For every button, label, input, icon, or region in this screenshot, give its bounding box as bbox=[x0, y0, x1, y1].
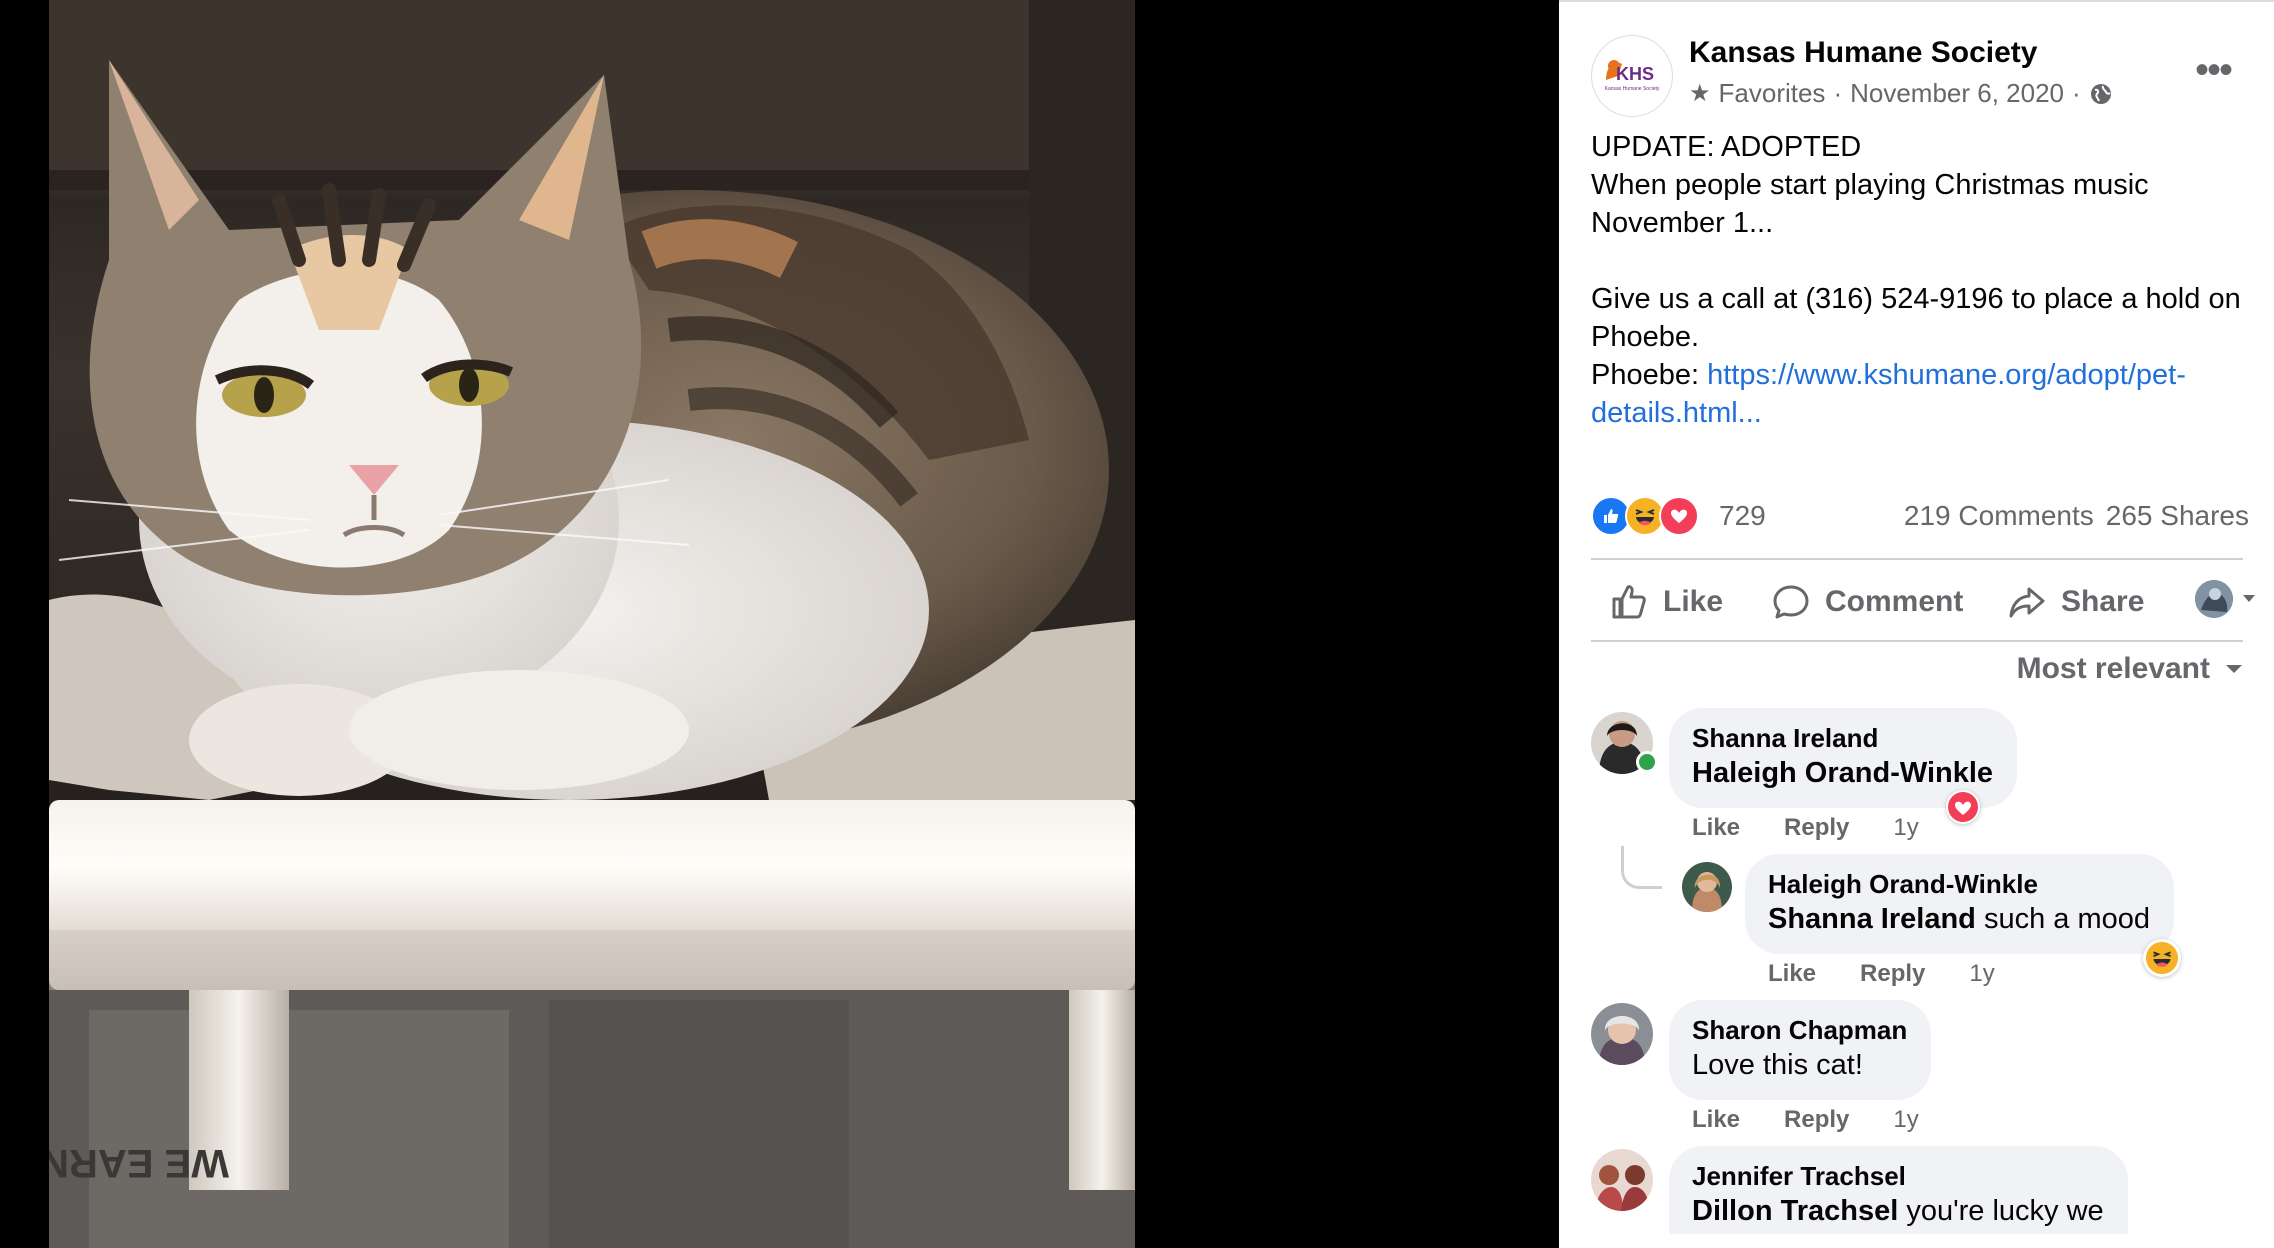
reaction-profile-selector[interactable] bbox=[2195, 580, 2257, 618]
comment-author[interactable]: Shanna Ireland bbox=[1692, 722, 1993, 754]
more-options-button[interactable]: ••• bbox=[2195, 50, 2233, 90]
divider bbox=[1591, 640, 2243, 642]
reaction-count[interactable]: 729 bbox=[1719, 500, 1766, 532]
khs-logo-icon: KHS Kansas Humane Society bbox=[1593, 37, 1671, 115]
comment-timestamp[interactable]: 1y bbox=[1893, 1106, 1918, 1134]
comment-timestamp[interactable]: 1y bbox=[1969, 960, 1994, 988]
divider bbox=[1559, 0, 2274, 2]
comments-count[interactable]: 219 Comments bbox=[1904, 500, 2094, 531]
commenter-avatar[interactable] bbox=[1591, 1149, 1653, 1211]
globe-icon bbox=[2090, 83, 2111, 104]
caret-down-icon bbox=[2226, 665, 2242, 673]
comment-author[interactable]: Haleigh Orand-Winkle bbox=[1768, 868, 2150, 900]
audience-label[interactable]: Favorites bbox=[1719, 78, 1826, 109]
comment-bubble: Haleigh Orand-Winkle Shanna Ireland such… bbox=[1745, 854, 2174, 954]
comment-button[interactable]: Comment bbox=[1771, 578, 1963, 626]
comment-bubble: Sharon Chapman Love this cat! bbox=[1669, 1000, 1932, 1100]
comment-timestamp[interactable]: 1y bbox=[1893, 814, 1918, 842]
post-line: Phoebe: https://www.kshumane.org/adopt/p… bbox=[1591, 356, 2251, 432]
love-reaction-icon[interactable] bbox=[1946, 790, 1980, 824]
comment-body: such a mood bbox=[1975, 903, 2150, 935]
caret-down-icon bbox=[2243, 595, 2255, 602]
profile-avatar bbox=[2195, 580, 2233, 618]
like-label: Like bbox=[1663, 585, 1724, 618]
logo-text: KHS bbox=[1616, 64, 1654, 84]
post-line: UPDATE: ADOPTED bbox=[1591, 131, 1862, 163]
comment-author[interactable]: Jennifer Trachsel bbox=[1692, 1160, 2104, 1192]
share-icon bbox=[2009, 587, 2045, 618]
like-icon bbox=[1612, 585, 1646, 619]
post-photo[interactable]: WE EARNED OUR bbox=[49, 0, 1135, 1248]
newspaper-text: WE EARNED OUR bbox=[49, 1141, 229, 1185]
love-reaction-icon bbox=[1659, 496, 1699, 536]
comment-sort-dropdown[interactable]: Most relevant bbox=[2017, 652, 2244, 686]
post-line: Give us a call at (316) 524-9196 to plac… bbox=[1591, 283, 2241, 353]
reaction-icons[interactable] bbox=[1591, 496, 1699, 536]
logo-subtext: Kansas Humane Society bbox=[1605, 86, 1660, 92]
comment-actions: Like Reply 1y bbox=[1768, 960, 1995, 988]
comment-bubble: Jennifer Trachsel Dillon Trachsel you're… bbox=[1669, 1146, 2128, 1248]
comment-author[interactable]: Sharon Chapman bbox=[1692, 1014, 1907, 1046]
share-button[interactable]: Share bbox=[2007, 578, 2144, 626]
comment-like-link[interactable]: Like bbox=[1692, 814, 1740, 842]
comment-body: you're lucky we bbox=[1898, 1195, 2104, 1227]
comment-text: Dillon Trachsel you're lucky we bbox=[1692, 1192, 2104, 1230]
shares-count[interactable]: 265 Shares bbox=[2106, 500, 2249, 531]
meta-separator-2: · bbox=[2072, 78, 2081, 108]
comment-like-link[interactable]: Like bbox=[1768, 960, 1816, 988]
tagged-user[interactable]: Shanna Ireland bbox=[1768, 903, 1976, 935]
like-button[interactable]: Like bbox=[1609, 578, 1723, 626]
online-status-indicator bbox=[1636, 751, 1658, 773]
commenter-avatar[interactable] bbox=[1591, 1003, 1653, 1065]
comment-text: Haleigh Orand-Winkle bbox=[1692, 754, 1993, 792]
comment-reply-link[interactable]: Reply bbox=[1784, 1106, 1849, 1134]
post-meta: ★ Favorites · November 6, 2020 · bbox=[1689, 78, 2113, 109]
comment-actions: Like Reply 1y bbox=[1692, 814, 1919, 842]
post-date[interactable]: November 6, 2020 bbox=[1850, 78, 2064, 109]
post-panel: KHS Kansas Humane Society Kansas Humane … bbox=[1559, 0, 2274, 1248]
page-avatar[interactable]: KHS Kansas Humane Society bbox=[1591, 35, 1673, 117]
tagged-user[interactable]: Dillon Trachsel bbox=[1692, 1195, 1898, 1227]
star-icon: ★ bbox=[1689, 80, 1711, 107]
comment-reply-link[interactable]: Reply bbox=[1860, 960, 1925, 988]
tagged-user[interactable]: Haleigh Orand-Winkle bbox=[1692, 757, 1993, 789]
share-label: Share bbox=[2061, 585, 2145, 618]
page-name[interactable]: Kansas Humane Society bbox=[1689, 36, 2037, 70]
cat-photo-illustration: WE EARNED OUR bbox=[49, 0, 1135, 1248]
comment-label: Comment bbox=[1825, 585, 1964, 618]
comment-text: Love this cat! bbox=[1692, 1046, 1907, 1084]
divider bbox=[1591, 558, 2243, 560]
sort-label: Most relevant bbox=[2016, 652, 2210, 685]
reply-thread-line bbox=[1621, 846, 1662, 889]
comment-reply-link[interactable]: Reply bbox=[1784, 814, 1849, 842]
post-link-prefix: Phoebe: bbox=[1591, 359, 1708, 391]
post-line: When people start playing Christmas musi… bbox=[1591, 169, 2149, 239]
post-text: UPDATE: ADOPTED When people start playin… bbox=[1591, 128, 2251, 432]
commenter-avatar[interactable] bbox=[1682, 862, 1732, 912]
comment-body: Love this cat! bbox=[1692, 1049, 1863, 1081]
meta-separator: · bbox=[1833, 78, 1843, 108]
comment-text: Shanna Ireland such a mood bbox=[1768, 900, 2150, 938]
comment-icon bbox=[1773, 585, 1809, 619]
panel-bottom-edge bbox=[1559, 1234, 2274, 1248]
comment-actions: Like Reply 1y bbox=[1692, 1106, 1919, 1134]
comment-like-link[interactable]: Like bbox=[1692, 1106, 1740, 1134]
haha-reaction-icon[interactable] bbox=[2143, 939, 2181, 977]
engagement-counts: 219 Comments 265 Shares bbox=[1904, 500, 2249, 532]
